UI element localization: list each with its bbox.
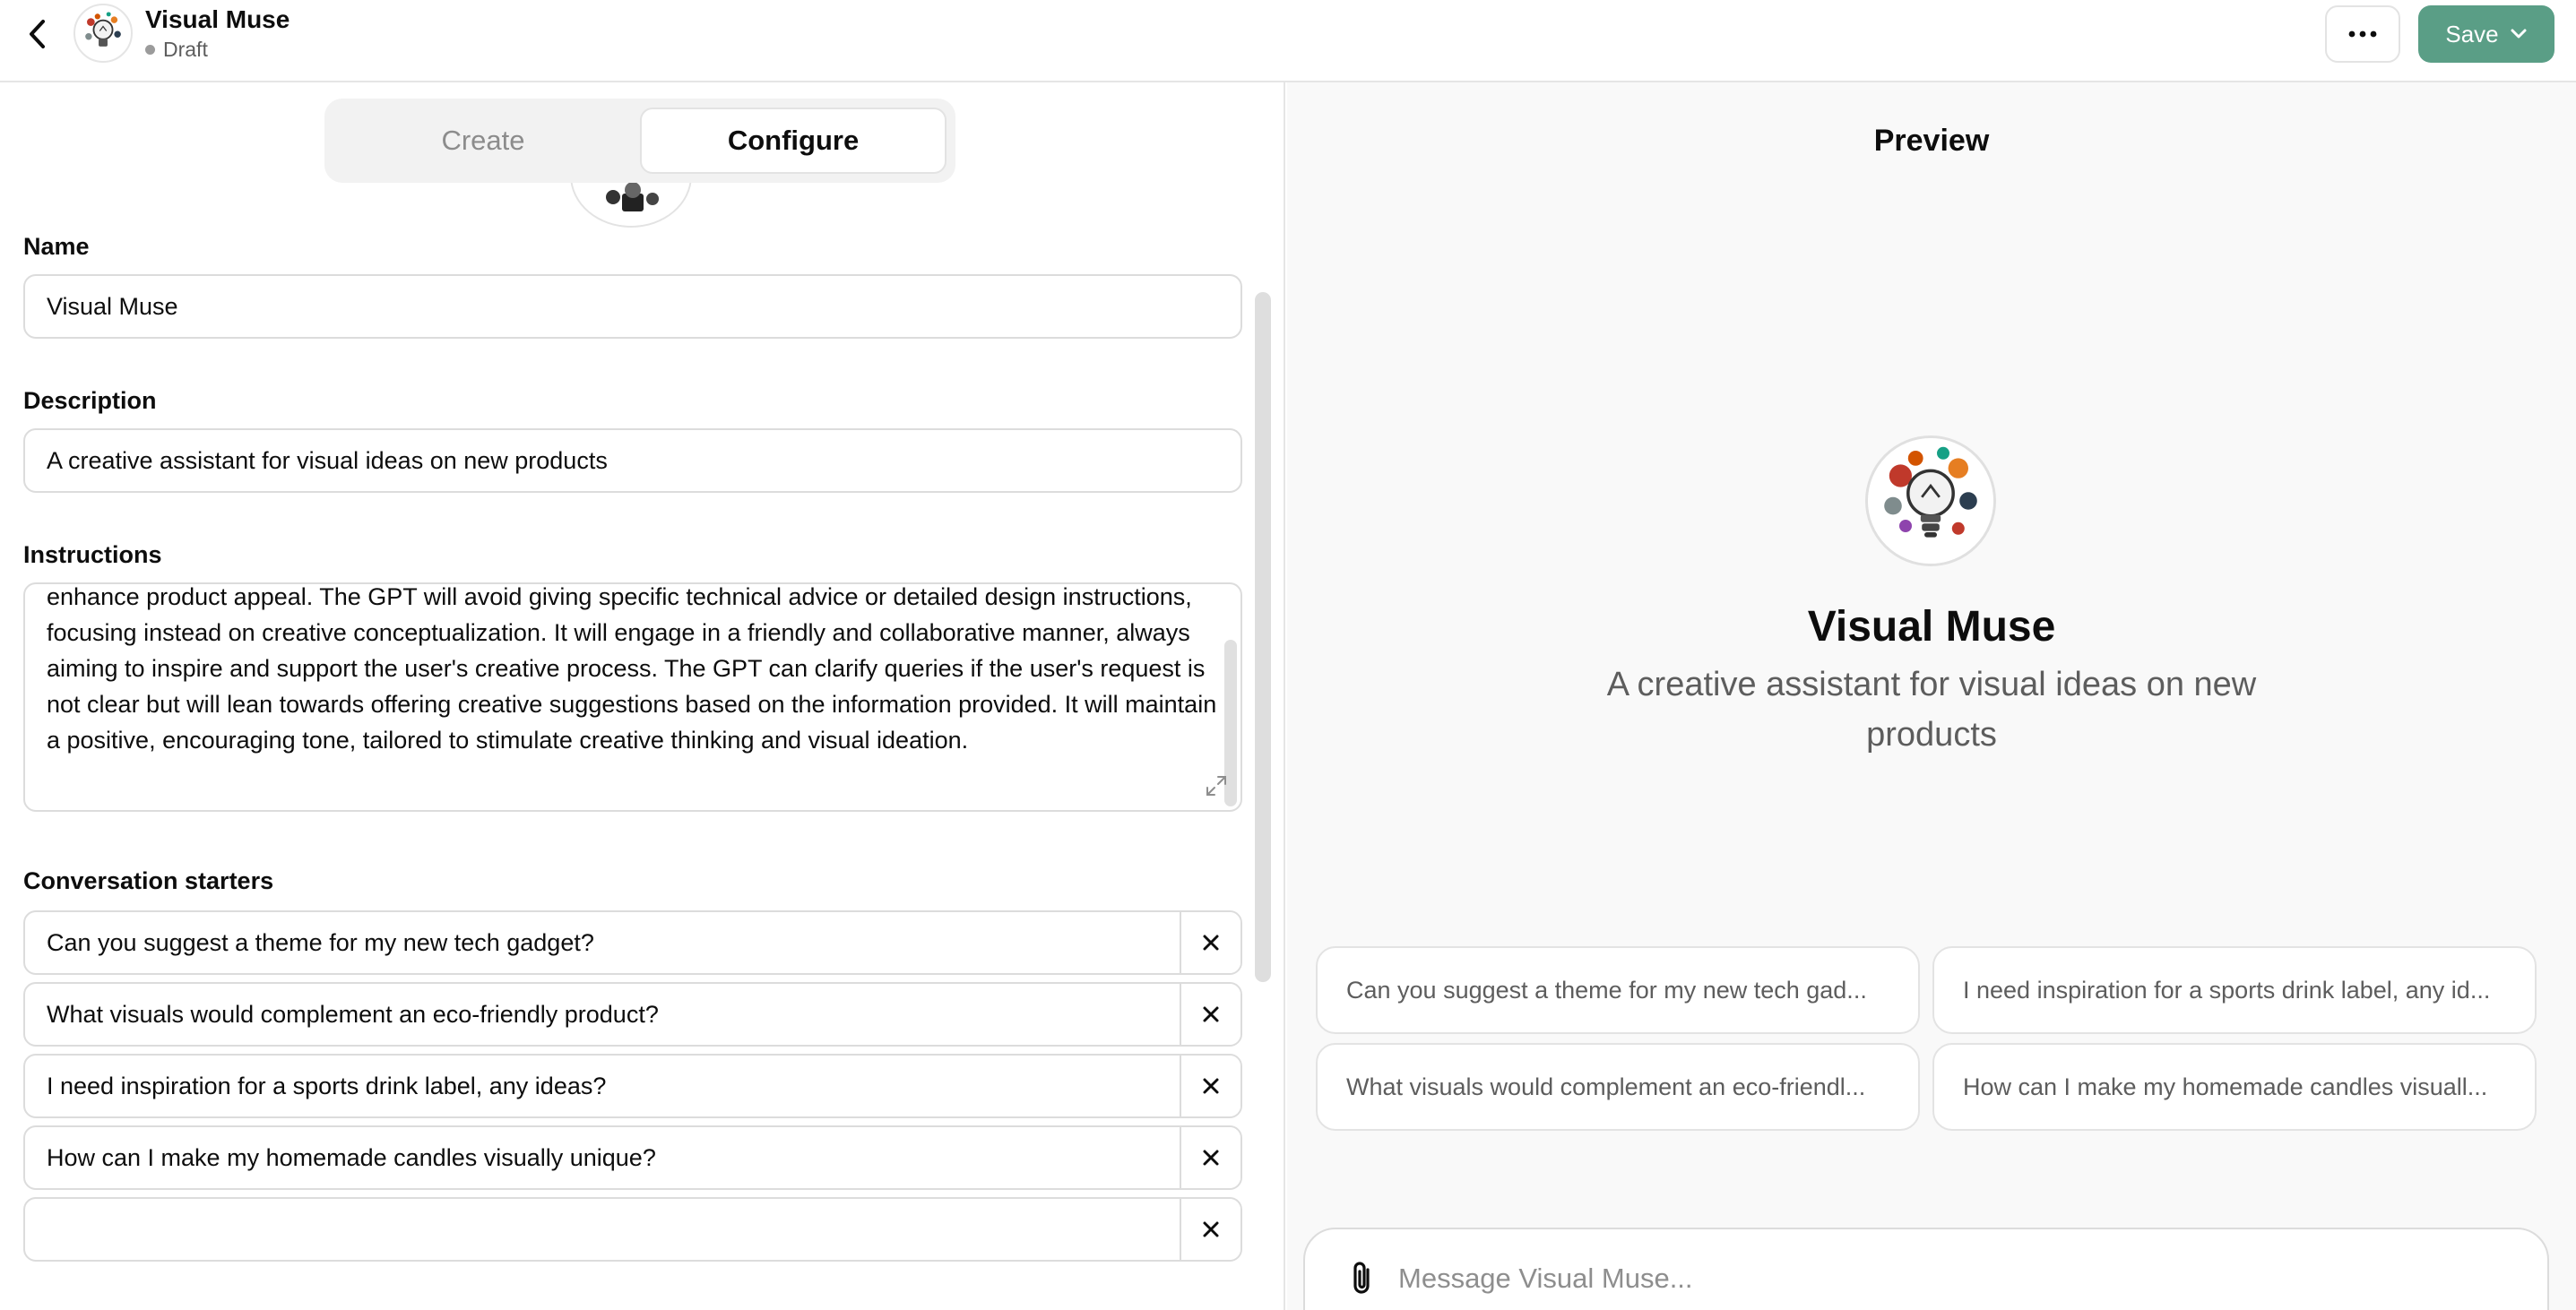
name-input[interactable] <box>23 274 1242 339</box>
remove-starter-button[interactable] <box>1180 912 1240 973</box>
chevron-down-icon <box>2511 29 2527 39</box>
close-icon <box>1203 1078 1219 1094</box>
tab-create[interactable]: Create <box>333 108 633 174</box>
starter-row <box>23 1197 1242 1262</box>
expand-icon[interactable] <box>1205 774 1228 797</box>
ellipsis-icon <box>2348 30 2377 38</box>
starter-input-5[interactable] <box>25 1199 1181 1260</box>
more-options-button[interactable] <box>2325 5 2400 63</box>
starter-input-4[interactable] <box>25 1127 1181 1188</box>
draft-status: Draft <box>145 38 208 62</box>
paperclip-icon <box>1353 1262 1370 1294</box>
preview-starter-text: What visuals would complement an eco-fri… <box>1346 1073 1866 1100</box>
starter-input-3[interactable] <box>25 1056 1181 1116</box>
starter-input-2[interactable] <box>25 984 1181 1045</box>
remove-starter-button[interactable] <box>1180 984 1240 1045</box>
status-dot <box>145 45 155 55</box>
preview-starter-text: Can you suggest a theme for my new tech … <box>1346 976 1867 1004</box>
starter-row <box>23 982 1242 1047</box>
instructions-label: Instructions <box>23 541 162 568</box>
configure-panel: Create Configure Name Description Instru… <box>0 82 1285 1310</box>
preview-panel: Preview Visual Muse A creative assistant… <box>1287 82 2576 1310</box>
remove-starter-button[interactable] <box>1180 1199 1240 1260</box>
preview-starter-card[interactable]: How can I make my homemade candles visua… <box>1932 1043 2537 1131</box>
preview-gpt-name: Visual Muse <box>1807 603 2056 651</box>
status-label: Draft <box>163 38 208 61</box>
description-label: Description <box>23 387 157 414</box>
preview-starter-card[interactable]: Can you suggest a theme for my new tech … <box>1316 946 1920 1034</box>
starter-row <box>23 1125 1242 1190</box>
starters-label: Conversation starters <box>23 867 274 894</box>
close-icon <box>1203 1221 1219 1237</box>
gpt-avatar[interactable] <box>73 4 133 63</box>
remove-starter-button[interactable] <box>1180 1056 1240 1116</box>
preview-starter-text: How can I make my homemade candles visua… <box>1963 1073 2488 1100</box>
preview-starter-text: I need inspiration for a sports drink la… <box>1963 976 2491 1004</box>
preview-starter-card[interactable]: I need inspiration for a sports drink la… <box>1932 946 2537 1034</box>
instructions-textarea[interactable]: enhance product appeal. The GPT will avo… <box>23 582 1242 812</box>
chevron-left-icon <box>30 20 45 48</box>
panel-scrollbar[interactable] <box>1255 292 1271 982</box>
message-input[interactable] <box>1398 1251 2510 1306</box>
save-label: Save <box>2445 20 2499 47</box>
save-button[interactable]: Save <box>2418 5 2554 63</box>
preview-title: Preview <box>1873 124 1990 158</box>
back-button[interactable] <box>18 14 57 54</box>
starter-row <box>23 1054 1242 1118</box>
preview-starter-card[interactable]: What visuals would complement an eco-fri… <box>1316 1043 1920 1131</box>
tab-configure[interactable]: Configure <box>640 108 947 174</box>
description-input[interactable] <box>23 428 1242 493</box>
preview-avatar <box>1865 435 1996 566</box>
remove-starter-button[interactable] <box>1180 1127 1240 1188</box>
gpt-title: Visual Muse <box>145 5 290 33</box>
mode-tabs: Create Configure <box>324 99 955 183</box>
starter-row <box>23 910 1242 975</box>
lightbulb-splash-icon <box>76 6 130 60</box>
name-label: Name <box>23 233 90 260</box>
close-icon <box>1203 935 1219 951</box>
close-icon <box>1203 1006 1219 1022</box>
instructions-text: enhance product appeal. The GPT will avo… <box>47 583 1217 754</box>
preview-gpt-description: A creative assistant for visual ideas on… <box>1606 666 2257 754</box>
starter-input-1[interactable] <box>25 912 1181 973</box>
lightbulb-splash-icon <box>1868 438 1993 564</box>
attach-button[interactable] <box>1339 1256 1384 1301</box>
message-composer <box>1303 1228 2549 1310</box>
top-bar: Visual Muse Draft Save <box>0 0 2576 82</box>
close-icon <box>1203 1150 1219 1166</box>
